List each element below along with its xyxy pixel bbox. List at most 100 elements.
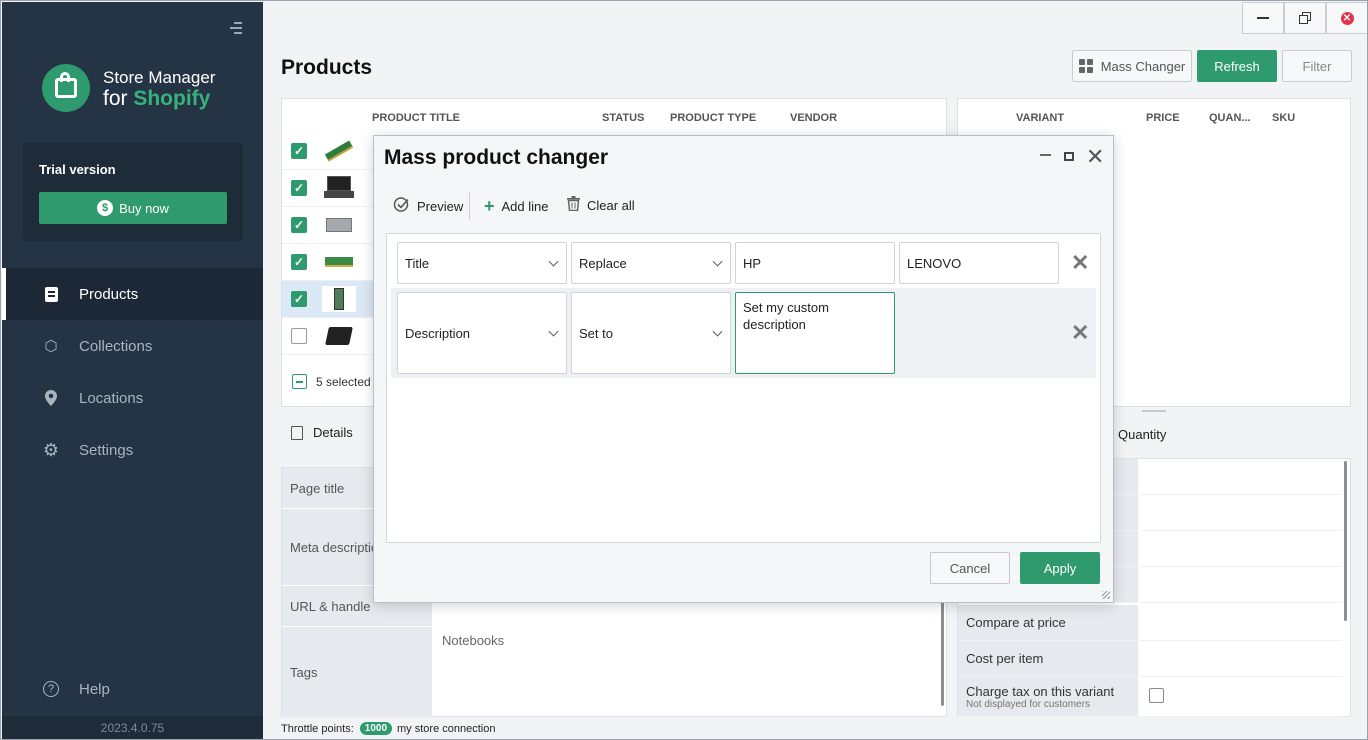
trial-box: Trial version $ Buy now <box>23 143 243 241</box>
field-label: Charge tax on this variant Not displayed… <box>958 677 1138 717</box>
box-icon: ⬡ <box>44 338 58 355</box>
tab-quantity[interactable]: Quantity <box>1118 427 1166 442</box>
row-checkbox[interactable]: ✓ <box>291 180 307 196</box>
find-input[interactable]: HP <box>735 242 895 284</box>
buy-now-label: Buy now <box>119 200 169 216</box>
chevron-down-icon <box>712 326 723 337</box>
sidebar-item-locations[interactable]: Locations <box>2 372 263 424</box>
shopping-bag-icon <box>42 64 90 112</box>
status-bar: Throttle points: 1000 my store connectio… <box>281 722 495 735</box>
logo-line1: Store Manager <box>103 68 216 87</box>
tab-details[interactable]: Details <box>291 425 353 440</box>
collapse-menu-icon[interactable] <box>230 22 244 36</box>
field-select[interactable]: Title <box>397 242 567 284</box>
minimize-icon <box>1257 17 1269 19</box>
add-line-label: Add line <box>501 199 549 214</box>
column-header[interactable]: STATUS <box>602 112 644 124</box>
sidebar-item-label: Settings <box>79 441 134 459</box>
replace-input[interactable]: LENOVO <box>899 242 1059 284</box>
column-header[interactable]: QUAN... <box>1209 112 1251 124</box>
column-header[interactable]: PRODUCT TYPE <box>670 112 756 124</box>
preview-check-icon <box>393 196 410 217</box>
delete-line-icon[interactable]: ✕ <box>1071 320 1089 346</box>
row-checkbox[interactable]: ✓ <box>291 217 307 233</box>
pin-icon <box>42 389 60 407</box>
column-header[interactable]: PRICE <box>1146 112 1180 124</box>
app-window: Store Manager for Shopify Trial version … <box>0 0 1368 740</box>
clear-all-button[interactable]: Clear all <box>567 196 635 215</box>
dialog-minimize-icon[interactable] <box>1040 154 1051 156</box>
splitter-handle[interactable] <box>1142 410 1166 412</box>
column-header[interactable]: PRODUCT TITLE <box>372 112 460 124</box>
apply-button[interactable]: Apply <box>1020 552 1100 584</box>
minimize-button[interactable] <box>1242 2 1284 34</box>
field-sublabel: Not displayed for customers <box>966 698 1090 710</box>
field-select[interactable]: Description <box>397 292 567 374</box>
cancel-button[interactable]: Cancel <box>930 552 1010 584</box>
dialog-maximize-icon[interactable] <box>1064 152 1074 161</box>
plus-icon: + <box>484 196 495 216</box>
connection-label: my store connection <box>397 722 496 735</box>
preview-button[interactable]: Preview <box>393 196 463 217</box>
sidebar-item-label: Help <box>79 680 110 698</box>
preview-label: Preview <box>417 199 464 214</box>
product-thumbnail <box>322 249 356 275</box>
sidebar-item-label: Products <box>79 285 139 303</box>
row-checkbox[interactable]: ✓ <box>291 254 307 270</box>
deselect-all-checkbox[interactable] <box>292 374 307 389</box>
field-label: Cost per item <box>958 641 1138 677</box>
change-lines-list: Title Replace HP LENOVO ✕ Description Se… <box>386 233 1101 543</box>
product-thumbnail <box>322 323 356 349</box>
sidebar-item-collections[interactable]: ⬡ Collections <box>2 320 263 372</box>
scrollbar[interactable] <box>1344 461 1347 621</box>
dollar-icon: $ <box>97 200 114 216</box>
filter-button[interactable]: Filter <box>1282 50 1352 82</box>
selection-summary[interactable]: 5 selected <box>292 374 371 389</box>
throttle-label: Throttle points: <box>281 722 354 735</box>
logo-line2: for Shopify <box>103 87 211 110</box>
tab-label: Details <box>313 425 353 440</box>
operation-select[interactable]: Set to <box>571 292 731 374</box>
buy-now-button[interactable]: $ Buy now <box>39 192 227 224</box>
trial-label: Trial version <box>39 162 116 177</box>
details-icon <box>291 425 303 440</box>
restore-button[interactable] <box>1284 2 1326 34</box>
selected-count-label: 5 selected <box>316 374 371 389</box>
operation-select[interactable]: Replace <box>571 242 731 284</box>
add-line-button[interactable]: + Add line <box>484 196 549 217</box>
column-header[interactable]: VENDOR <box>790 112 837 124</box>
product-thumbnail <box>322 286 356 312</box>
refresh-button[interactable]: Refresh <box>1197 50 1277 82</box>
trash-icon <box>567 196 580 215</box>
product-thumbnail <box>322 175 356 201</box>
scrollbar[interactable] <box>941 598 944 706</box>
page-title: Products <box>281 56 373 79</box>
value-textarea[interactable]: Set my custom description <box>735 292 895 374</box>
app-logo: Store Manager for Shopify <box>42 64 215 112</box>
column-header[interactable]: SKU <box>1272 112 1295 124</box>
close-button[interactable]: ✕ <box>1326 2 1367 34</box>
tags-value[interactable]: Notebooks <box>442 633 504 648</box>
grid-icon <box>1078 59 1093 73</box>
mass-changer-button[interactable]: Mass Changer <box>1072 50 1192 82</box>
dialog-close-icon[interactable]: ✕ <box>1086 144 1104 170</box>
gear-icon: ⚙ <box>42 439 60 460</box>
row-checkbox[interactable]: ✓ <box>291 291 307 307</box>
restore-icon <box>1299 12 1311 24</box>
compare-at-price-input[interactable] <box>1139 605 1342 641</box>
close-icon: ✕ <box>1340 11 1354 25</box>
throttle-value: 1000 <box>359 722 393 735</box>
sidebar-item-settings[interactable]: ⚙ Settings <box>2 424 263 476</box>
row-checkbox[interactable]: ✓ <box>291 143 307 159</box>
resize-grip-icon[interactable] <box>1102 591 1110 599</box>
chevron-down-icon <box>548 326 559 337</box>
cost-per-item-input[interactable] <box>1139 641 1342 677</box>
sidebar-item-help[interactable]: ? Help <box>2 663 263 715</box>
charge-tax-checkbox[interactable] <box>1149 688 1164 703</box>
column-header[interactable]: VARIANT <box>1016 112 1064 124</box>
mass-changer-label: Mass Changer <box>1100 58 1186 74</box>
delete-line-icon[interactable]: ✕ <box>1071 250 1089 276</box>
row-checkbox[interactable] <box>291 328 307 344</box>
sidebar: Store Manager for Shopify Trial version … <box>2 2 263 739</box>
sidebar-item-products[interactable]: Products <box>2 268 263 320</box>
